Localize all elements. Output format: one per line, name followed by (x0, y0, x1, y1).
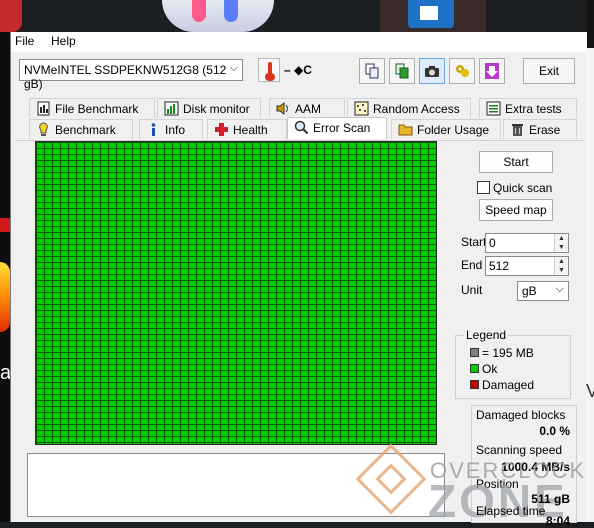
folder-icon (398, 124, 413, 136)
unit-select-value: gB (522, 284, 537, 298)
drive-select-value: NVMeINTEL SSDPEKNW512G8 (512 gB) (24, 63, 227, 91)
download-arrow-icon (485, 63, 499, 79)
tab-error-scan[interactable]: Error Scan (287, 117, 387, 139)
tab-extra-tests[interactable]: Extra tests (479, 98, 577, 118)
screenshot-button[interactable] (419, 58, 445, 84)
damaged-blocks-value: 0.0 % (539, 424, 570, 438)
elapsed-time-value: 8:04 (545, 514, 570, 528)
desktop-icon-flame (0, 262, 10, 332)
error-scan-panel: Start Quick scan Speed map Start 0 ▲ ▼ En… (15, 140, 585, 528)
menu-file[interactable]: File (15, 34, 34, 48)
start-scan-button[interactable]: Start (479, 151, 553, 173)
tabs-bottom-row: Benchmark Info Health Error Scan Folder … (11, 117, 587, 139)
file-benchmark-icon (37, 101, 50, 116)
copy-info-button[interactable] (359, 58, 385, 84)
tab-info[interactable]: Info (139, 119, 203, 139)
tab-random-access[interactable]: Random Access (347, 98, 471, 118)
checkbox-box (477, 181, 490, 194)
legend-swatch-block (470, 348, 479, 357)
exit-button[interactable]: Exit (523, 58, 575, 84)
desktop-icon-fragment (0, 218, 10, 232)
random-access-icon (354, 101, 369, 116)
tab-health[interactable]: Health (207, 119, 287, 139)
scan-statistics: Damaged blocks 0.0 % Scanning speed 1000… (471, 405, 577, 528)
temperature-readout: – ◆C (284, 63, 312, 77)
end-position-value: 512 (489, 259, 510, 273)
scanning-speed-label: Scanning speed (476, 443, 563, 457)
desktop-background-right (586, 0, 594, 522)
scanning-speed-value: 1000.4 MB/s (501, 460, 570, 474)
spinner-arrows-icon[interactable]: ▲ ▼ (554, 234, 568, 252)
trash-icon (512, 124, 523, 136)
save-button[interactable] (479, 58, 505, 84)
menu-bar: File Help (11, 32, 587, 52)
chevron-down-icon: ⌵ (229, 62, 238, 74)
start-label: Start (461, 235, 487, 249)
legend: Legend = 195 MB Ok Damaged (455, 328, 571, 399)
copy-icon (365, 63, 379, 79)
tab-folder-usage[interactable]: Folder Usage (391, 119, 501, 139)
desktop-background-left (0, 0, 10, 522)
quick-scan-label: Quick scan (493, 181, 553, 195)
tab-disk-monitor[interactable]: Disk monitor (157, 98, 261, 118)
speaker-icon (276, 102, 288, 115)
tab-file-benchmark[interactable]: File Benchmark (29, 98, 155, 118)
end-position-input[interactable]: 512 ▲ ▼ (485, 256, 569, 276)
desktop-text-fragment-v: V (586, 381, 594, 401)
disk-monitor-icon (164, 101, 179, 116)
legend-swatch-damaged (470, 380, 479, 389)
damaged-blocks-label: Damaged blocks (476, 408, 566, 422)
desktop-text-fragment: a (0, 362, 10, 384)
camera-icon (425, 66, 439, 77)
scan-log-area[interactable] (27, 453, 445, 517)
legend-block-size: = 195 MB (470, 346, 534, 360)
legend-ok: Ok (470, 362, 497, 376)
menu-help[interactable]: Help (51, 34, 76, 48)
unit-label: Unit (461, 283, 483, 297)
health-cross-icon (215, 123, 228, 136)
copy-all-button[interactable] (389, 58, 415, 84)
desktop-app-icon (380, 0, 486, 32)
unit-select[interactable]: gB ⌵ (517, 281, 569, 301)
spinner-arrows-icon[interactable]: ▲ ▼ (554, 257, 568, 275)
chevron-down-icon: ⌵ (555, 283, 564, 295)
benchmark-icon (39, 122, 48, 136)
end-label: End (461, 258, 483, 272)
start-position-input[interactable]: 0 ▲ ▼ (485, 233, 569, 253)
tab-aam[interactable]: AAM (269, 98, 345, 118)
tab-erase[interactable]: Erase (503, 119, 577, 139)
position-label: Position (476, 477, 519, 491)
info-icon (151, 123, 156, 136)
desktop-background-right-top (586, 0, 594, 48)
itunes-desktop-icon (162, 0, 274, 32)
tab-benchmark[interactable]: Benchmark (29, 119, 133, 139)
thermometer-icon (258, 58, 280, 82)
extra-tests-icon (486, 101, 501, 116)
toolbar: NVMeINTEL SSDPEKNW512G8 (512 gB) ⌵ – ◆C … (11, 52, 587, 91)
legend-title: Legend (464, 328, 509, 342)
scan-block-map (35, 141, 437, 445)
speed-map-button[interactable]: Speed map (479, 199, 553, 221)
elapsed-time-label: Elapsed time (476, 504, 546, 518)
quick-scan-checkbox[interactable]: Quick scan (477, 181, 552, 195)
wrench-icon (456, 65, 469, 77)
desktop-icon-red (0, 0, 22, 32)
tabs-top-row: File Benchmark Disk monitor AAM Random A… (11, 98, 587, 118)
drive-select[interactable]: NVMeINTEL SSDPEKNW512G8 (512 gB) ⌵ (19, 59, 243, 91)
copy-all-icon (395, 63, 409, 79)
options-button[interactable] (449, 58, 475, 84)
start-position-value: 0 (489, 236, 496, 250)
hd-tune-window: File Help NVMeINTEL SSDPEKNW512G8 (512 g… (10, 32, 587, 528)
legend-swatch-ok (470, 364, 479, 373)
legend-damaged: Damaged (470, 378, 534, 392)
magnifier-icon (294, 120, 309, 135)
